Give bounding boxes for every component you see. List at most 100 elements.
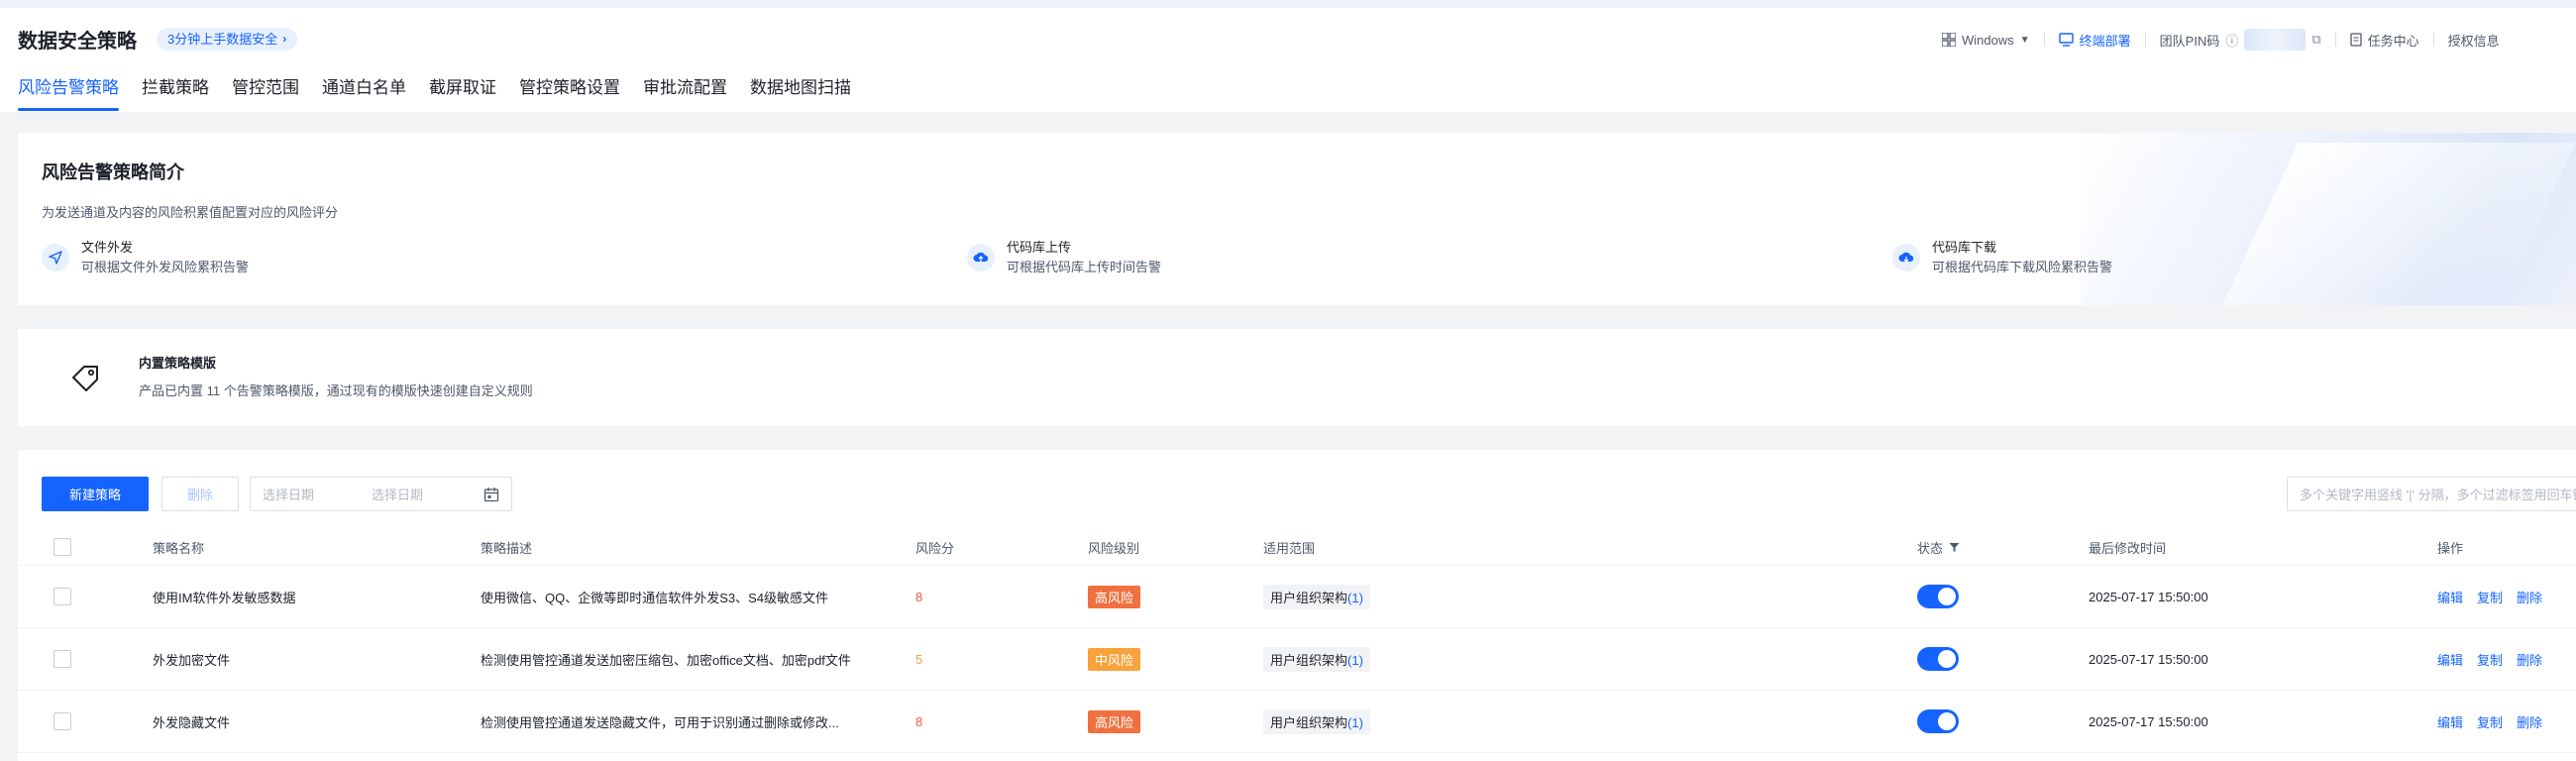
tab-control-settings[interactable]: 管控策略设置 [519,75,620,111]
table-row: 外发加密文件 检测使用管控通道发送加密压缩包、加密office文档、加密pdf文… [18,628,2576,691]
team-pin: 团队PIN码 ⓘ ⧉ [2160,29,2321,51]
deploy-label: 终端部署 [2079,33,2131,49]
header-scope: 适用范围 [1263,540,1316,556]
task-center-link[interactable]: 任务中心 [2350,31,2419,50]
row-checkbox[interactable] [54,650,71,668]
edit-link[interactable]: 编辑 [2437,712,2463,731]
top-strip [0,0,2576,8]
scope-tag[interactable]: 用户组织架构(1) [1263,646,1370,672]
copy-link[interactable]: 复制 [2477,650,2503,669]
divider [2334,33,2336,47]
decorative-banner [2081,133,2576,305]
delete-button[interactable]: 删除 [161,477,239,511]
header-ops: 操作 [2437,540,2464,556]
page-header: 数据安全策略 3分钟上手数据安全 › Windows ▼ 终端部署 团队PIN码… [0,0,2576,112]
divider [2144,33,2146,47]
tab-data-map-scan[interactable]: 数据地图扫描 [750,75,851,111]
scope-tag[interactable]: 用户组织架构(1) [1263,708,1370,734]
pin-label: 团队PIN码 [2159,33,2220,49]
template-title: 内置策略模版 [139,356,217,371]
feature-title: 代码库下载 [1932,240,1997,255]
edit-link[interactable]: 编辑 [2437,588,2463,606]
status-toggle[interactable] [1917,647,1959,671]
policy-desc: 检测使用管控通道发送加密压缩包、加密office文档、加密pdf文件 [481,652,851,668]
scope-count: (1) [1347,590,1363,605]
auth-info-link[interactable]: 授权信息 [2448,31,2500,50]
intro-title: 风险告警策略简介 [42,163,184,182]
search-input[interactable]: 多个关键字用竖线 '|' 分隔，多个过滤标签用回车键分隔 [2287,477,2576,511]
risk-score: 5 [915,651,923,667]
quick-start-badge[interactable]: 3分钟上手数据安全 › [157,28,298,51]
info-icon: ⓘ [2225,33,2239,49]
filter-icon[interactable] [1949,542,1960,553]
tab-bar: 风险告警策略 拦截策略 管控范围 通道白名单 截屏取证 管控策略设置 审批流配置… [18,75,874,111]
divider [2432,33,2434,47]
copy-link[interactable]: 复制 [2477,588,2503,606]
os-selector[interactable]: Windows ▼ [1942,33,2030,48]
deploy-link[interactable]: 终端部署 [2058,31,2131,50]
row-checkbox[interactable] [54,588,71,605]
feature-title: 代码库上传 [1007,240,1072,255]
header-level: 风险级别 [1088,540,1140,556]
tab-block-policy[interactable]: 拦截策略 [142,75,209,111]
end-date-input[interactable]: 选择日期 [372,485,483,503]
policy-table: 策略名称 策略描述 风险分 风险级别 适用范围 状态 最后修改时间 操作 使用I… [18,529,2576,753]
tab-screenshot-evidence[interactable]: 截屏取证 [429,75,496,111]
template-description: 产品已内置 11 个告警策略模版，通过现有的模版快速创建自定义规则 [139,383,533,398]
quick-start-label: 3分钟上手数据安全 [167,32,278,47]
policy-name: 外发加密文件 [153,652,231,668]
copy-icon[interactable]: ⧉ [2311,32,2320,48]
intro-card: 风险告警策略简介 为发送通道及内容的风险积累值配置对应的风险评分 文件外发 可根… [18,133,2576,305]
tag-icon [72,366,98,391]
scope-label: 用户组织架构 [1270,590,1348,605]
status-toggle[interactable] [1917,709,1959,733]
delete-link[interactable]: 删除 [2517,588,2542,606]
feature-subtitle: 可根据代码库下载风险累积告警 [1932,260,2113,274]
modified-time: 2025-07-17 15:50:00 [2089,713,2208,729]
policy-name: 外发隐藏文件 [153,714,231,730]
feature-code-upload: 代码库上传 可根据代码库上传时间告警 [967,238,1161,277]
feature-file-send: 文件外发 可根据文件外发风险累积告警 [42,238,249,277]
date-range-picker[interactable]: 选择日期 选择日期 [250,477,512,511]
table-header-row: 策略名称 策略描述 风险分 风险级别 适用范围 状态 最后修改时间 操作 [18,529,2576,566]
risk-score: 8 [915,589,923,604]
risk-level-badge: 高风险 [1088,585,1141,608]
table-row: 外发隐藏文件 检测使用管控通道发送隐藏文件，可用于识别通过删除或修改... 8 … [18,691,2576,753]
policy-desc: 使用微信、QQ、企微等即时通信软件外发S3、S4级敏感文件 [481,590,829,605]
send-icon [42,244,69,272]
divider [2043,33,2045,47]
modified-time: 2025-07-17 15:50:00 [2089,651,2208,667]
new-policy-button[interactable]: 新建策略 [42,477,149,511]
status-toggle[interactable] [1917,585,1959,608]
document-icon [2350,33,2362,47]
delete-link[interactable]: 删除 [2517,712,2542,731]
scope-tag[interactable]: 用户组织架构(1) [1263,584,1370,609]
monitor-icon [2058,33,2074,47]
tab-approval-flow[interactable]: 审批流配置 [643,75,727,111]
edit-link[interactable]: 编辑 [2437,650,2463,669]
tab-channel-whitelist[interactable]: 通道白名单 [322,75,406,111]
select-all-checkbox[interactable] [54,538,71,556]
risk-level-badge: 高风险 [1088,709,1141,733]
policy-name: 使用IM软件外发敏感数据 [153,590,296,605]
pin-value-masked [2244,29,2307,51]
tab-control-scope[interactable]: 管控范围 [232,75,299,111]
copy-link[interactable]: 复制 [2477,712,2503,731]
cloud-upload-icon [967,244,995,272]
header-status: 状态 [1917,540,1944,556]
policy-list-card: 新建策略 删除 选择日期 选择日期 多个关键字用竖线 '|' 分隔，多个过滤标签… [18,450,2576,761]
start-date-input[interactable]: 选择日期 [263,485,372,503]
risk-level-badge: 中风险 [1088,647,1141,671]
caret-down-icon: ▼ [2019,34,2030,46]
intro-description: 为发送通道及内容的风险积累值配置对应的风险评分 [42,205,339,220]
task-center-label: 任务中心 [2367,33,2419,49]
scope-count: (1) [1347,714,1363,730]
tab-risk-alert[interactable]: 风险告警策略 [18,75,119,111]
template-card[interactable]: 内置策略模版 产品已内置 11 个告警策略模版，通过现有的模版快速创建自定义规则 [18,329,2576,426]
row-checkbox[interactable] [54,712,71,730]
delete-link[interactable]: 删除 [2517,650,2542,669]
header-actions: Windows ▼ 终端部署 团队PIN码 ⓘ ⧉ 任务中心 授权信息 [1942,29,2500,51]
header-time: 最后修改时间 [2089,540,2167,556]
cloud-download-icon [1892,244,1920,272]
scope-count: (1) [1347,652,1363,668]
